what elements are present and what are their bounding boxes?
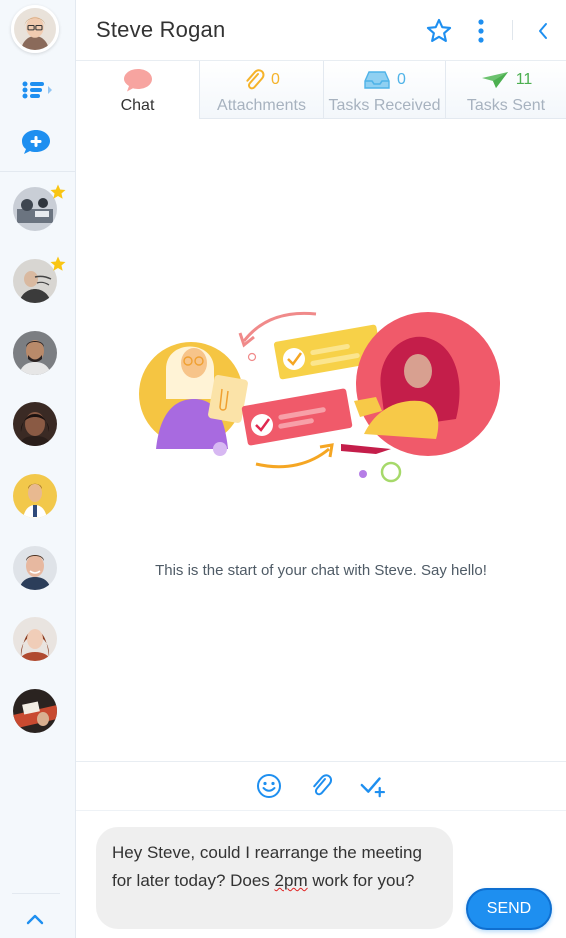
chevron-left-icon[interactable] <box>528 16 558 46</box>
smiley-icon[interactable] <box>255 772 283 800</box>
tab-tasks-received[interactable]: 0 Tasks Received <box>324 61 446 119</box>
vertical-dots-icon[interactable] <box>466 16 496 46</box>
sidebar-divider <box>0 171 75 172</box>
new-chat-icon[interactable] <box>18 128 54 156</box>
sidebar <box>0 0 76 938</box>
contact-avatar[interactable] <box>13 331 57 375</box>
tab-label: Tasks Sent <box>466 97 546 114</box>
sidebar-bottom-divider <box>12 893 60 894</box>
composer-toolbar <box>76 761 566 811</box>
add-task-icon[interactable] <box>359 772 387 800</box>
paper-plane-icon <box>481 72 508 88</box>
paperclip-icon[interactable] <box>307 772 335 800</box>
avatar <box>13 546 57 590</box>
tasks-received-count: 0 <box>397 71 406 88</box>
contact-name-title: Steve Rogan <box>96 17 226 42</box>
contact-avatar[interactable] <box>13 402 57 446</box>
tab-label: Tasks Received <box>328 97 441 114</box>
avatar <box>13 689 57 733</box>
inbox-tray-icon <box>364 71 390 89</box>
star-badge-icon <box>50 184 66 199</box>
contact-avatar[interactable] <box>13 617 57 661</box>
contact-avatar[interactable] <box>13 256 66 303</box>
chat-bubble-icon <box>123 69 152 92</box>
message-input[interactable]: Hey Steve, could I rearrange the meeting… <box>96 827 453 929</box>
send-button[interactable]: SEND <box>466 888 552 930</box>
message-text: work for you? <box>307 871 415 890</box>
tab-label: Chat <box>120 97 155 114</box>
avatar <box>13 474 57 518</box>
empty-chat-illustration <box>139 311 500 483</box>
tab-label: Attachments <box>217 97 306 114</box>
avatar <box>13 402 57 446</box>
star-outline-icon[interactable] <box>424 16 454 46</box>
task-list-icon[interactable] <box>18 76 54 104</box>
contact-avatar[interactable] <box>13 474 57 518</box>
chat-body: This is the start of your chat with Stev… <box>76 119 566 761</box>
paperclip-icon <box>246 69 265 90</box>
avatar <box>13 617 57 661</box>
tab-attachments[interactable]: 0 Attachments <box>200 61 324 119</box>
contact-avatar[interactable] <box>13 546 57 590</box>
header-separator <box>512 20 513 40</box>
chevron-up-icon[interactable] <box>20 904 50 934</box>
attachments-count: 0 <box>271 71 280 88</box>
avatar <box>13 331 57 375</box>
current-user-avatar[interactable] <box>11 5 59 53</box>
tab-tasks-sent[interactable]: 11 Tasks Sent <box>446 61 566 119</box>
chat-header: Steve Rogan <box>76 0 566 61</box>
misspelled-word: 2pm <box>274 871 308 890</box>
contact-avatar[interactable] <box>13 184 66 231</box>
tab-chat[interactable]: Chat <box>76 61 200 119</box>
tasks-sent-count: 11 <box>515 71 533 88</box>
chat-app: Steve Rogan Chat 0 Attachments 0 Tasks R… <box>0 0 566 938</box>
star-badge-icon <box>50 256 66 271</box>
empty-chat-message: This is the start of your chat with Stev… <box>155 562 487 579</box>
contact-avatar[interactable] <box>13 689 57 733</box>
chat-tabs: Chat 0 Attachments 0 Tasks Received 11 T… <box>76 61 566 119</box>
